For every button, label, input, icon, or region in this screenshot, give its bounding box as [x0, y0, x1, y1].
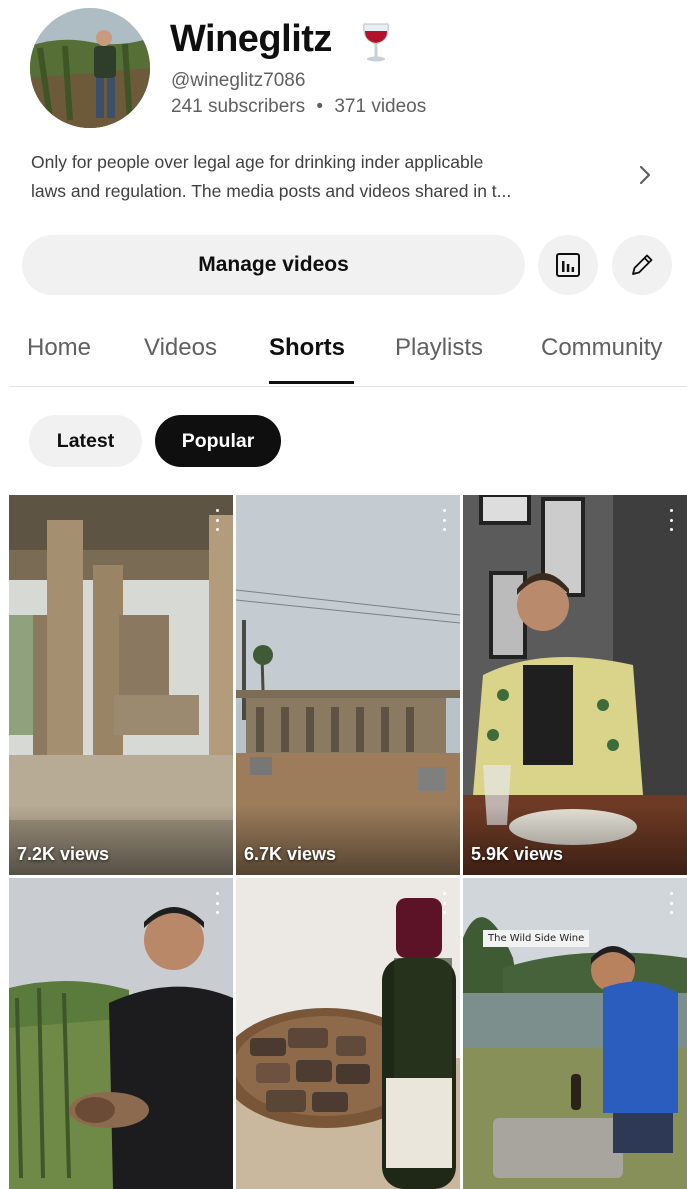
- more-options-icon[interactable]: [211, 509, 223, 531]
- tab-playlists[interactable]: Playlists: [395, 334, 483, 362]
- avatar-image: [30, 8, 150, 128]
- chevron-right-icon[interactable]: [632, 160, 658, 190]
- short-thumbnail[interactable]: 5.9K views: [463, 495, 687, 875]
- video-count: 371 videos: [334, 96, 427, 117]
- short-thumbnail[interactable]: [236, 878, 460, 1189]
- thumbnail-image: [9, 878, 233, 1189]
- stats-separator: •: [316, 96, 324, 117]
- more-options-icon[interactable]: [438, 892, 450, 914]
- short-thumbnail[interactable]: The Wild Side Wine: [463, 878, 687, 1189]
- wine-glass-emoji: [363, 23, 389, 62]
- channel-handle: @wineglitz7086: [171, 70, 306, 91]
- channel-description[interactable]: Only for people over legal age for drink…: [31, 148, 611, 206]
- more-options-icon[interactable]: [665, 509, 677, 531]
- video-overlay-caption: The Wild Side Wine: [483, 930, 590, 947]
- more-options-icon[interactable]: [438, 509, 450, 531]
- tab-community[interactable]: Community: [541, 334, 662, 362]
- tab-home[interactable]: Home: [27, 334, 91, 362]
- chip-popular[interactable]: Popular: [155, 415, 281, 467]
- view-count: 7.2K views: [17, 844, 110, 864]
- channel-tabs: Home Videos Shorts Playlists Community: [0, 328, 687, 386]
- bar-chart-icon: [556, 253, 580, 277]
- analytics-button[interactable]: [538, 235, 598, 295]
- tab-shorts[interactable]: Shorts: [269, 334, 345, 362]
- more-options-icon[interactable]: [665, 892, 677, 914]
- description-line: Only for people over legal age for drink…: [31, 152, 484, 172]
- short-thumbnail[interactable]: 7.2K views: [9, 495, 233, 875]
- channel-stats: 241 subscribers • 371 videos: [171, 96, 426, 118]
- subscriber-count: 241 subscribers: [171, 96, 306, 117]
- short-thumbnail[interactable]: 6.7K views: [236, 495, 460, 875]
- chip-latest[interactable]: Latest: [29, 415, 142, 467]
- pencil-icon: [632, 254, 653, 275]
- thumbnail-image: [463, 878, 687, 1189]
- manage-videos-button[interactable]: Manage videos: [22, 235, 525, 295]
- view-count: 5.9K views: [471, 844, 564, 864]
- view-count: 6.7K views: [244, 844, 337, 864]
- tab-videos[interactable]: Videos: [144, 334, 217, 362]
- short-thumbnail[interactable]: [9, 878, 233, 1189]
- thumbnail-image: [236, 878, 460, 1189]
- more-options-icon[interactable]: [211, 892, 223, 914]
- description-line: laws and regulation. The media posts and…: [31, 181, 512, 201]
- active-tab-indicator: [269, 381, 354, 384]
- edit-channel-button[interactable]: [612, 235, 672, 295]
- tabs-divider: [9, 386, 687, 387]
- channel-name: Wineglitz: [170, 18, 332, 60]
- channel-avatar[interactable]: [30, 8, 150, 128]
